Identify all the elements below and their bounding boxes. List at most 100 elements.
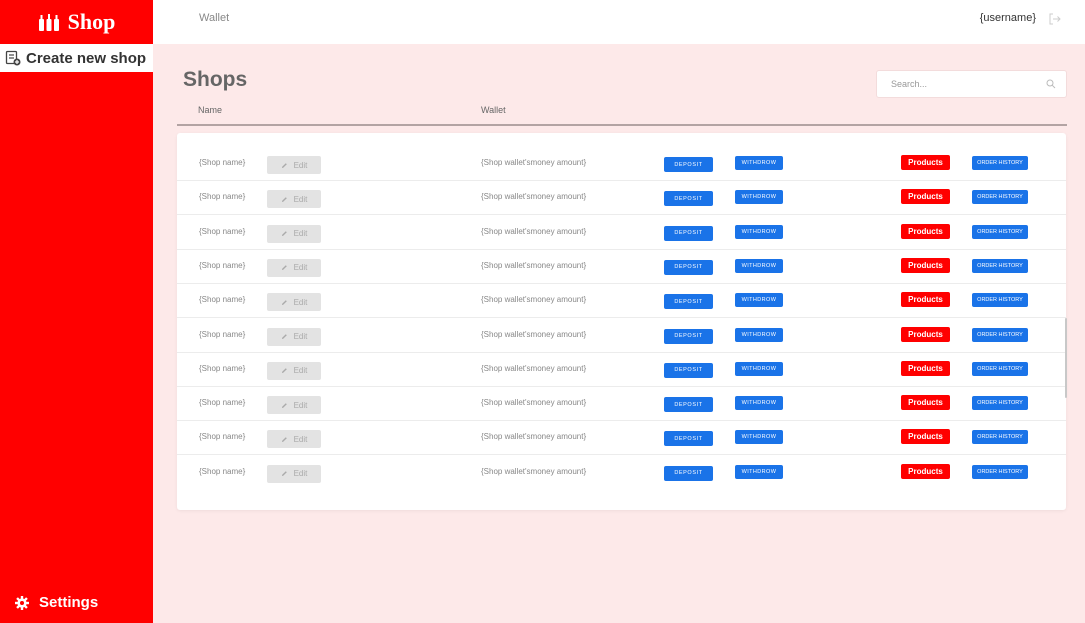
shop-name: {Shop name}: [199, 329, 246, 339]
deposit-button[interactable]: DEPOSIT: [664, 294, 713, 310]
deposit-button[interactable]: DEPOSIT: [664, 157, 713, 172]
withdraw-button[interactable]: WITHDROW: [735, 293, 783, 308]
products-button[interactable]: Products: [901, 395, 950, 411]
logout-icon[interactable]: [1048, 12, 1062, 26]
shop-name: {Shop name}: [199, 466, 246, 476]
deposit-button[interactable]: DEPOSIT: [664, 259, 713, 275]
order-history-button[interactable]: ORDER HISTORY: [972, 190, 1028, 205]
header-divider: [177, 124, 1067, 126]
withdraw-button[interactable]: WITHDROW: [735, 258, 783, 273]
shops-table: {Shop name} Edit {Shop wallet'smoney amo…: [177, 133, 1066, 510]
search-box[interactable]: [876, 70, 1067, 98]
withdraw-button[interactable]: WITHDROW: [735, 361, 783, 376]
deposit-button[interactable]: DEPOSIT: [664, 225, 713, 241]
products-button[interactable]: Products: [901, 257, 950, 273]
products-button[interactable]: Products: [901, 429, 950, 445]
order-history-button[interactable]: ORDER HISTORY: [972, 361, 1028, 376]
shop-name: {Shop name}: [199, 295, 246, 305]
search-icon[interactable]: [1046, 79, 1056, 89]
wallet-amount: {Shop wallet'smoney amount}: [481, 158, 587, 167]
order-history-button[interactable]: ORDER HISTORY: [972, 293, 1028, 308]
shop-name: {Shop name}: [199, 363, 246, 373]
deposit-button[interactable]: DEPOSIT: [664, 431, 713, 447]
table-row: {Shop name} Edit {Shop wallet'smoney amo…: [177, 421, 1066, 456]
withdraw-button[interactable]: WITHDROW: [735, 464, 783, 479]
gear-icon: [15, 595, 29, 610]
create-shop-icon: [5, 50, 21, 66]
order-history-button[interactable]: ORDER HISTORY: [972, 224, 1028, 239]
sidebar: Shop Create new shop Settings: [0, 0, 153, 623]
wallet-amount: {Shop wallet'smoney amount}: [481, 295, 587, 305]
wallet-amount: {Shop wallet'smoney amount}: [481, 432, 587, 442]
edit-button[interactable]: Edit: [267, 430, 321, 449]
wallet-amount: {Shop wallet'smoney amount}: [481, 398, 587, 408]
table-row: {Shop name} Edit {Shop wallet'smoney amo…: [177, 284, 1066, 319]
table-row: {Shop name} Edit {Shop wallet'smoney amo…: [177, 319, 1066, 353]
edit-label: Edit: [293, 297, 308, 307]
shop-name: {Shop name}: [199, 260, 246, 270]
table-row: {Shop name} Edit {Shop wallet'smoney amo…: [177, 147, 1066, 181]
order-history-button[interactable]: ORDER HISTORY: [972, 258, 1028, 273]
wallet-amount: {Shop wallet'smoney amount}: [481, 466, 587, 476]
shop-name: {Shop name}: [199, 192, 246, 202]
wallet-amount: {Shop wallet'smoney amount}: [481, 329, 587, 339]
order-history-button[interactable]: ORDER HISTORY: [972, 430, 1028, 445]
pencil-icon: [281, 265, 287, 271]
wallet-amount: {Shop wallet'smoney amount}: [481, 260, 587, 270]
column-header-wallet: Wallet: [481, 105, 506, 115]
withdraw-button[interactable]: WITHDROW: [735, 190, 783, 205]
username-label[interactable]: {username}: [980, 12, 1036, 24]
products-button[interactable]: Products: [901, 155, 950, 170]
edit-button[interactable]: Edit: [267, 327, 321, 346]
table-row: {Shop name} Edit {Shop wallet'smoney amo…: [177, 250, 1066, 284]
withdraw-button[interactable]: WITHDROW: [735, 156, 783, 170]
withdraw-button[interactable]: WITHDROW: [735, 224, 783, 239]
products-button[interactable]: Products: [901, 292, 950, 308]
shop-name: {Shop name}: [199, 432, 246, 442]
deposit-button[interactable]: DEPOSIT: [664, 191, 713, 207]
edit-button[interactable]: Edit: [267, 224, 321, 243]
column-header-name: Name: [198, 105, 223, 115]
edit-label: Edit: [293, 332, 308, 341]
edit-button[interactable]: Edit: [267, 258, 321, 277]
pencil-icon: [281, 471, 287, 477]
edit-button[interactable]: Edit: [267, 156, 321, 174]
edit-label: Edit: [293, 434, 308, 444]
deposit-button[interactable]: DEPOSIT: [664, 397, 713, 413]
products-button[interactable]: Products: [901, 326, 950, 342]
order-history-button[interactable]: ORDER HISTORY: [972, 156, 1028, 170]
edit-button[interactable]: Edit: [267, 464, 321, 483]
withdraw-button[interactable]: WITHDROW: [735, 327, 783, 342]
shop-name: {Shop name}: [199, 398, 246, 408]
order-history-button[interactable]: ORDER HISTORY: [972, 396, 1028, 411]
deposit-button[interactable]: DEPOSIT: [664, 465, 713, 481]
deposit-button[interactable]: DEPOSIT: [664, 362, 713, 378]
scrollbar[interactable]: [1065, 318, 1067, 398]
brand-name: Shop: [67, 9, 116, 34]
brand[interactable]: Shop: [0, 0, 153, 44]
pencil-icon: [281, 299, 287, 305]
withdraw-button[interactable]: WITHDROW: [735, 430, 783, 445]
deposit-button[interactable]: DEPOSIT: [664, 328, 713, 344]
create-shop-button[interactable]: Create new shop: [0, 44, 153, 72]
products-button[interactable]: Products: [901, 463, 950, 479]
edit-label: Edit: [293, 263, 308, 273]
products-button[interactable]: Products: [901, 189, 950, 205]
nav-wallet-link[interactable]: Wallet: [199, 12, 229, 24]
pencil-icon: [281, 402, 287, 408]
order-history-button[interactable]: ORDER HISTORY: [972, 464, 1028, 479]
pencil-icon: [281, 334, 287, 339]
edit-button[interactable]: Edit: [267, 361, 321, 380]
edit-button[interactable]: Edit: [267, 190, 321, 209]
order-history-button[interactable]: ORDER HISTORY: [972, 327, 1028, 342]
search-input[interactable]: [877, 71, 1037, 97]
settings-button[interactable]: Settings: [15, 594, 98, 611]
edit-button[interactable]: Edit: [267, 396, 321, 415]
pencil-icon: [281, 162, 287, 168]
products-button[interactable]: Products: [901, 223, 950, 239]
pencil-icon: [281, 368, 287, 374]
table-row: {Shop name} Edit {Shop wallet'smoney amo…: [177, 181, 1066, 216]
withdraw-button[interactable]: WITHDROW: [735, 396, 783, 411]
products-button[interactable]: Products: [901, 360, 950, 376]
edit-button[interactable]: Edit: [267, 293, 321, 312]
